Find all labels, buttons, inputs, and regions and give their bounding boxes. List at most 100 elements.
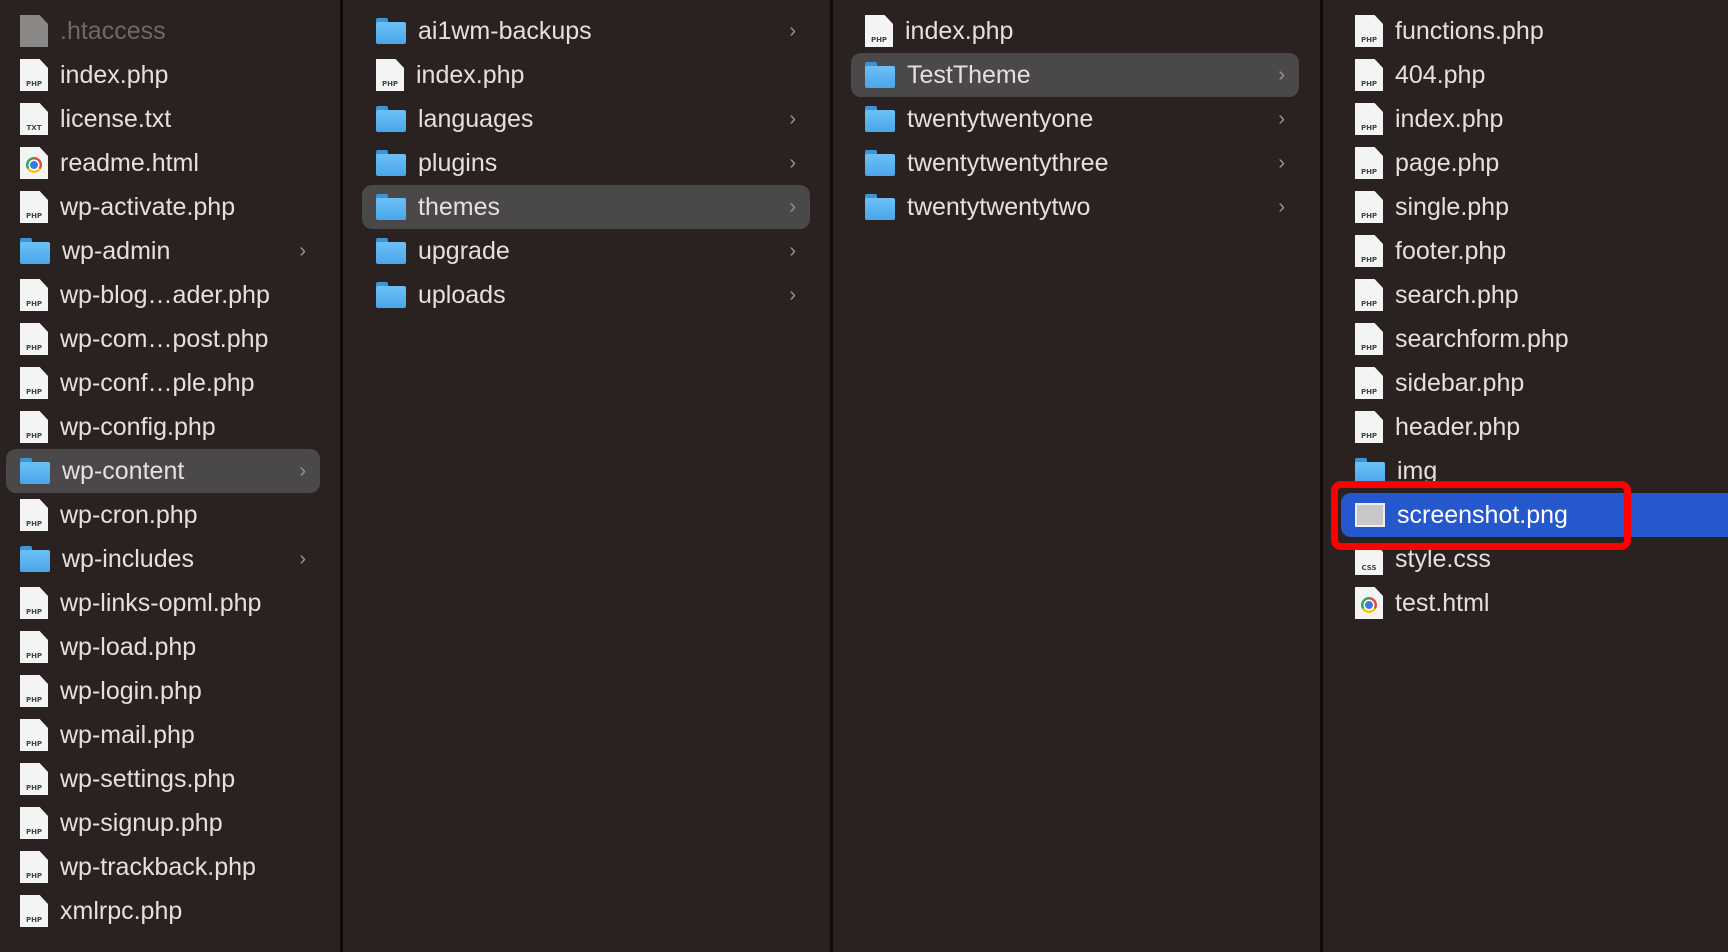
- folder-item[interactable]: languages ›: [362, 97, 810, 141]
- chevron-right-icon: ›: [789, 19, 796, 42]
- file-item[interactable]: TXT license.txt: [6, 97, 320, 141]
- php-file-icon: PHP: [1355, 367, 1383, 399]
- image-file-icon: [1355, 503, 1385, 527]
- file-item[interactable]: PHP wp-cron.php: [6, 493, 320, 537]
- file-item[interactable]: PHP searchform.php: [1341, 317, 1728, 361]
- item-name: search.php: [1395, 280, 1519, 309]
- file-item[interactable]: PHP wp-mail.php: [6, 713, 320, 757]
- file-item[interactable]: PHP wp-blog…ader.php: [6, 273, 320, 317]
- column-divider[interactable]: [830, 0, 833, 952]
- file-item[interactable]: PHP xmlrpc.php: [6, 889, 320, 933]
- folder-icon: [376, 194, 406, 220]
- file-type-label: PHP: [1360, 256, 1378, 264]
- folder-item[interactable]: twentytwentyone ›: [851, 97, 1299, 141]
- folder-item[interactable]: themes ›: [362, 185, 810, 229]
- column-divider[interactable]: [1320, 0, 1323, 952]
- file-type-label: PHP: [1360, 36, 1378, 44]
- chevron-right-icon: ›: [789, 283, 796, 306]
- folder-item[interactable]: twentytwentythree ›: [851, 141, 1299, 185]
- php-file-icon: PHP: [1355, 323, 1383, 355]
- item-name: plugins: [418, 148, 498, 177]
- file-item[interactable]: PHP header.php: [1341, 405, 1728, 449]
- folder-icon: [20, 458, 50, 484]
- file-item[interactable]: PHP wp-signup.php: [6, 801, 320, 845]
- file-item[interactable]: PHP index.php: [851, 9, 1299, 53]
- file-item[interactable]: screenshot.png: [1341, 493, 1728, 537]
- php-file-icon: PHP: [20, 587, 48, 619]
- file-item[interactable]: test.html: [1341, 581, 1728, 625]
- folder-item[interactable]: ai1wm-backups ›: [362, 9, 810, 53]
- chevron-right-icon: ›: [789, 239, 796, 262]
- file-type-label: PHP: [25, 652, 43, 660]
- item-name: test.html: [1395, 588, 1490, 617]
- folder-icon: [865, 106, 895, 132]
- item-name: readme.html: [60, 148, 199, 177]
- file-item[interactable]: PHP wp-links-opml.php: [6, 581, 320, 625]
- column-divider[interactable]: [340, 0, 343, 952]
- chrome-html-icon: [20, 147, 48, 179]
- file-item[interactable]: PHP wp-com…post.php: [6, 317, 320, 361]
- css-file-icon: CSS: [1355, 543, 1383, 575]
- folder-item[interactable]: wp-includes ›: [6, 537, 320, 581]
- php-file-icon: PHP: [20, 191, 48, 223]
- folder-icon: [865, 150, 895, 176]
- file-item[interactable]: PHP 404.php: [1341, 53, 1728, 97]
- file-type-label: PHP: [25, 344, 43, 352]
- file-type-label: PHP: [25, 828, 43, 836]
- item-name: wp-links-opml.php: [60, 588, 262, 617]
- php-file-icon: PHP: [20, 631, 48, 663]
- file-item[interactable]: readme.html: [6, 141, 320, 185]
- file-item[interactable]: PHP wp-settings.php: [6, 757, 320, 801]
- item-name: style.css: [1395, 544, 1491, 573]
- folder-item[interactable]: twentytwentytwo ›: [851, 185, 1299, 229]
- item-name: .htaccess: [60, 16, 166, 45]
- file-type-label: PHP: [870, 36, 888, 44]
- file-item[interactable]: PHP wp-config.php: [6, 405, 320, 449]
- item-name: wp-config.php: [60, 412, 216, 441]
- folder-item[interactable]: TestTheme ›: [851, 53, 1299, 97]
- file-item[interactable]: PHP index.php: [1341, 97, 1728, 141]
- file-item[interactable]: .htaccess: [6, 9, 320, 53]
- file-item[interactable]: PHP wp-conf…ple.php: [6, 361, 320, 405]
- file-item[interactable]: PHP page.php: [1341, 141, 1728, 185]
- item-name: wp-includes: [62, 544, 195, 573]
- php-file-icon: PHP: [20, 763, 48, 795]
- item-name: twentytwentytwo: [907, 192, 1091, 221]
- folder-item[interactable]: uploads ›: [362, 273, 810, 317]
- item-name: uploads: [418, 280, 506, 309]
- php-file-icon: PHP: [1355, 103, 1383, 135]
- php-file-icon: PHP: [1355, 411, 1383, 443]
- php-file-icon: PHP: [1355, 279, 1383, 311]
- item-name: sidebar.php: [1395, 368, 1525, 397]
- file-item[interactable]: PHP wp-login.php: [6, 669, 320, 713]
- file-item[interactable]: PHP index.php: [362, 53, 810, 97]
- folder-icon: [1355, 458, 1385, 484]
- item-name: wp-load.php: [60, 632, 197, 661]
- chevron-right-icon: ›: [1278, 151, 1285, 174]
- folder-item[interactable]: wp-content ›: [6, 449, 320, 493]
- folder-item[interactable]: plugins ›: [362, 141, 810, 185]
- folder-icon: [376, 106, 406, 132]
- item-name: ai1wm-backups: [418, 16, 592, 45]
- folder-item[interactable]: upgrade ›: [362, 229, 810, 273]
- file-type-label: PHP: [381, 80, 399, 88]
- folder-icon: [20, 238, 50, 264]
- file-item[interactable]: PHP wp-activate.php: [6, 185, 320, 229]
- php-file-icon: PHP: [376, 59, 404, 91]
- folder-item[interactable]: wp-admin ›: [6, 229, 320, 273]
- folder-item[interactable]: img: [1341, 449, 1728, 493]
- item-name: twentytwentythree: [907, 148, 1109, 177]
- file-item[interactable]: PHP single.php: [1341, 185, 1728, 229]
- file-type-label: PHP: [1360, 388, 1378, 396]
- file-item[interactable]: PHP index.php: [6, 53, 320, 97]
- file-item[interactable]: PHP wp-trackback.php: [6, 845, 320, 889]
- file-item[interactable]: PHP wp-load.php: [6, 625, 320, 669]
- item-name: languages: [418, 104, 534, 133]
- file-item[interactable]: PHP footer.php: [1341, 229, 1728, 273]
- file-type-label: PHP: [25, 432, 43, 440]
- file-item[interactable]: PHP search.php: [1341, 273, 1728, 317]
- php-file-icon: PHP: [20, 807, 48, 839]
- file-item[interactable]: PHP functions.php: [1341, 9, 1728, 53]
- file-item[interactable]: CSS style.css: [1341, 537, 1728, 581]
- file-item[interactable]: PHP sidebar.php: [1341, 361, 1728, 405]
